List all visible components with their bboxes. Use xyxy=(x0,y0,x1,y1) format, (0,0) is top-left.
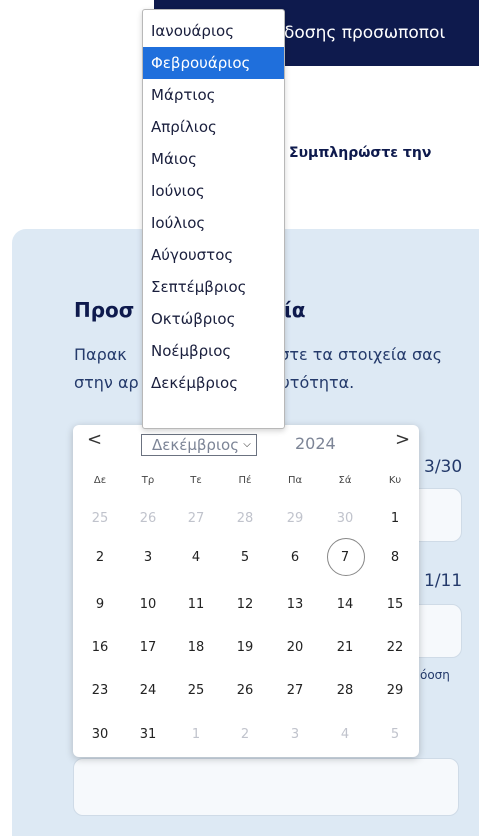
month-option[interactable]: Απρίλιος xyxy=(143,111,284,143)
month-option-highlighted[interactable]: Φεβρουάριος xyxy=(143,47,284,79)
calendar-day[interactable]: 6 xyxy=(275,548,315,568)
calendar-day[interactable]: 3 xyxy=(275,725,315,745)
month-option[interactable]: Οκτώβριος xyxy=(143,303,284,335)
calendar-day[interactable]: 4 xyxy=(325,725,365,745)
calendar-day[interactable]: 3 xyxy=(128,548,168,568)
calendar-day[interactable]: 11 xyxy=(176,595,216,615)
month-option[interactable]: Ιούλιος xyxy=(143,207,284,239)
calendar-day[interactable]: 9 xyxy=(80,595,120,615)
calendar-day[interactable]: 17 xyxy=(128,638,168,658)
month-select[interactable]: Δεκέμβριος ⌵ xyxy=(141,434,257,456)
calendar-week-row: 16 17 18 19 20 21 22 xyxy=(73,638,419,658)
calendar-day[interactable]: 27 xyxy=(176,509,216,529)
calendar-day[interactable]: 30 xyxy=(325,509,365,529)
calendar-day[interactable]: 13 xyxy=(275,595,315,615)
calendar-day[interactable]: 19 xyxy=(225,638,265,658)
calendar-week-row: 23 24 25 26 27 28 29 xyxy=(73,681,419,701)
month-option[interactable]: Αύγουστος xyxy=(143,239,284,271)
weekday-label: Κυ xyxy=(388,475,402,486)
month-option[interactable]: Μάιος xyxy=(143,143,284,175)
calendar-week-row: 9 10 11 12 13 14 15 xyxy=(73,595,419,615)
calendar-day[interactable]: 29 xyxy=(375,681,415,701)
banner-text: δοσης προσωποποι xyxy=(284,23,446,43)
calendar-day[interactable]: 7 xyxy=(325,548,365,568)
instruction-text-line1-end: ύστε τα στοιχεία σας xyxy=(270,345,443,364)
calendar-day[interactable]: 22 xyxy=(375,638,415,658)
month-select-value: Δεκέμβριος xyxy=(152,436,240,454)
field-helper-text: όοση xyxy=(420,668,450,682)
calendar-day[interactable]: 14 xyxy=(325,595,365,615)
weekday-label: Πέ xyxy=(238,475,252,486)
calendar-day[interactable]: 23 xyxy=(80,681,120,701)
calendar-day[interactable]: 30 xyxy=(80,725,120,745)
weekday-label: Πα xyxy=(287,475,303,486)
month-option[interactable]: Σεπτέμβριος xyxy=(143,271,284,303)
weekday-label: Τε xyxy=(190,475,202,486)
weekday-label: Σά xyxy=(338,475,352,486)
calendar-day[interactable]: 8 xyxy=(375,548,415,568)
calendar-day[interactable]: 5 xyxy=(225,548,265,568)
month-dropdown-list: Ιανουάριος Φεβρουάριος Μάρτιος Απρίλιος … xyxy=(142,9,285,429)
weekday-header: Δε Τρ Τε Πέ Πα Σά Κυ xyxy=(73,475,419,495)
year-value[interactable]: 2024 xyxy=(295,434,336,453)
calendar-day[interactable]: 28 xyxy=(325,681,365,701)
calendar-week-row: 2345678 xyxy=(73,548,419,568)
month-option[interactable]: Ιανουάριος xyxy=(143,15,284,47)
weekday-label: Δε xyxy=(93,475,107,486)
calendar-day[interactable]: 4 xyxy=(176,548,216,568)
section-title-end: ία xyxy=(284,298,306,322)
chevron-down-icon: ⌵ xyxy=(243,439,251,450)
next-month-button[interactable]: > xyxy=(395,429,410,450)
calendar-day[interactable]: 1 xyxy=(176,725,216,745)
calendar-day[interactable]: 18 xyxy=(176,638,216,658)
calendar-day[interactable]: 2 xyxy=(80,548,120,568)
section-title-start: Προσ xyxy=(74,298,135,322)
calendar-week-row: 25 26 27 28 29 30 1 xyxy=(73,509,419,529)
calendar-day[interactable]: 27 xyxy=(275,681,315,701)
calendar-week-row: 30 31 1 2 3 4 5 xyxy=(73,725,419,745)
calendar-day[interactable]: 16 xyxy=(80,638,120,658)
calendar-day[interactable]: 1 xyxy=(375,509,415,529)
field-value-1: 3/30 xyxy=(424,457,463,477)
calendar-day[interactable]: 2 xyxy=(225,725,265,745)
calendar-day[interactable]: 5 xyxy=(375,725,415,745)
calendar-day[interactable]: 12 xyxy=(225,595,265,615)
calendar-day[interactable]: 26 xyxy=(225,681,265,701)
calendar-day[interactable]: 24 xyxy=(128,681,168,701)
calendar-day[interactable]: 20 xyxy=(275,638,315,658)
calendar-day[interactable]: 10 xyxy=(128,595,168,615)
month-option[interactable]: Νοέμβριος xyxy=(143,335,284,367)
month-option[interactable]: Δεκέμβριος xyxy=(143,367,284,399)
form-field-3[interactable] xyxy=(73,758,459,816)
calendar-day[interactable]: 15 xyxy=(375,595,415,615)
calendar-day[interactable]: 31 xyxy=(128,725,168,745)
calendar-day[interactable]: 26 xyxy=(128,509,168,529)
month-option[interactable]: Ιούνιος xyxy=(143,175,284,207)
calendar-day[interactable]: 25 xyxy=(176,681,216,701)
calendar-day[interactable]: 29 xyxy=(275,509,315,529)
calendar-day[interactable]: 25 xyxy=(80,509,120,529)
field-value-2: 1/11 xyxy=(424,571,463,591)
weekday-label: Τρ xyxy=(141,475,155,486)
prev-month-button[interactable]: < xyxy=(87,429,102,450)
date-picker: < > Δεκέμβριος ⌵ 2024 Δε Τρ Τε Πέ Πα Σά … xyxy=(73,425,419,757)
calendar-day[interactable]: 21 xyxy=(325,638,365,658)
form-subheading: Συμπληρώστε την xyxy=(289,145,432,161)
month-option[interactable]: Μάρτιος xyxy=(143,79,284,111)
calendar-day[interactable]: 28 xyxy=(225,509,265,529)
